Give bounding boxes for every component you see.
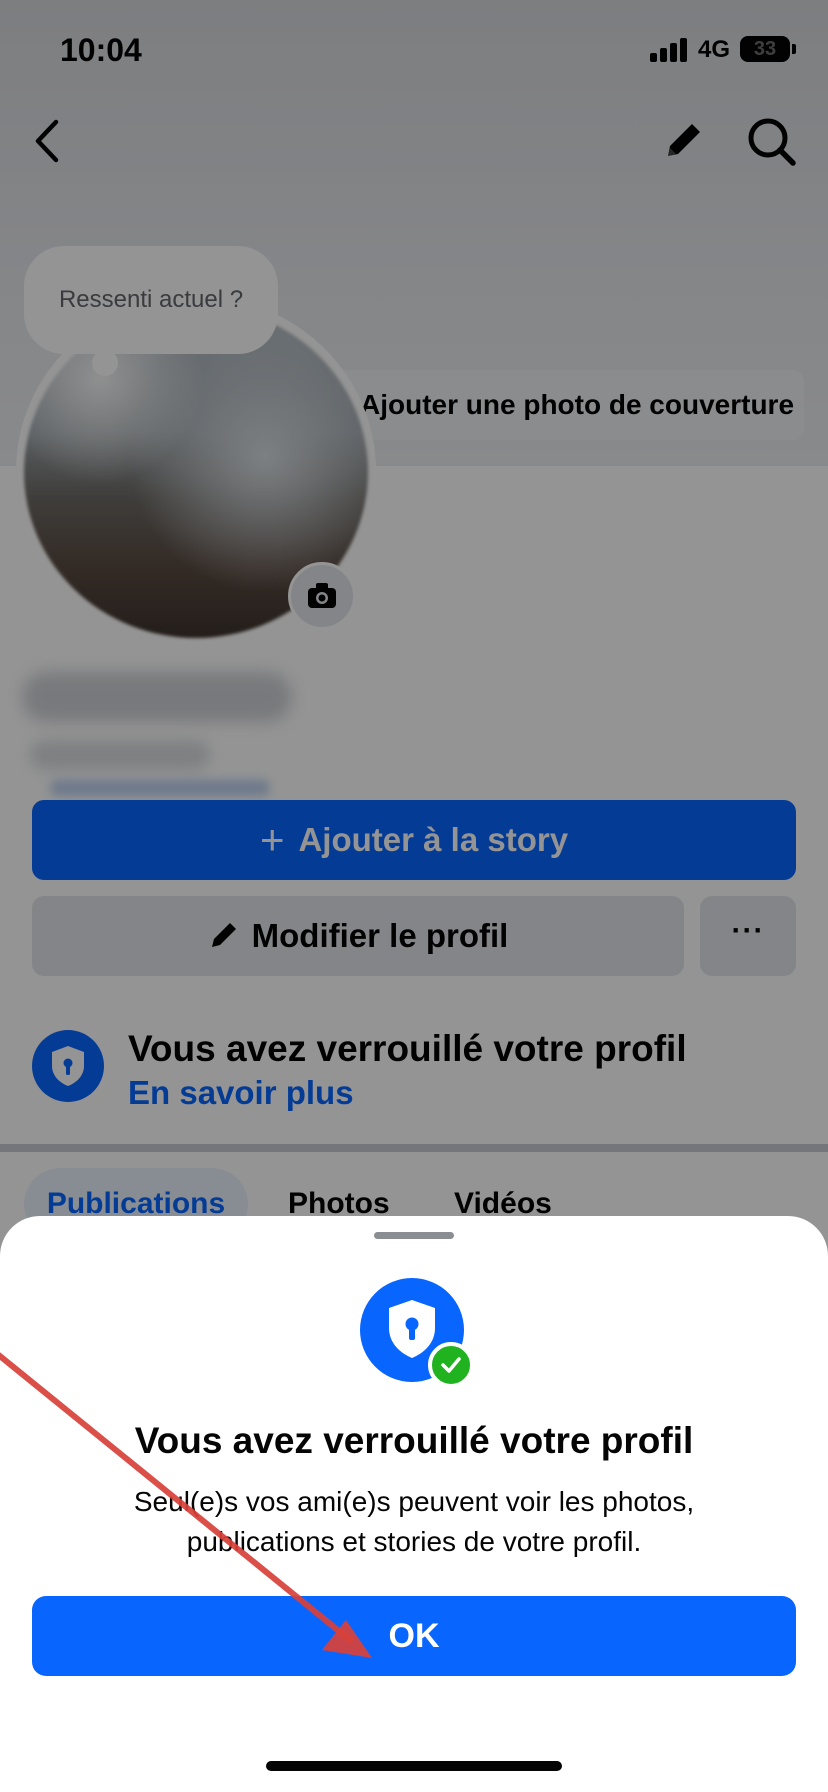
sheet-grabber[interactable] xyxy=(374,1232,454,1239)
annotation-arrow xyxy=(0,1352,372,1658)
check-icon xyxy=(428,1342,474,1388)
profile-screen: 10:04 4G 33 Ajouter une photo de couvert… xyxy=(0,0,828,1792)
home-indicator xyxy=(266,1761,562,1771)
